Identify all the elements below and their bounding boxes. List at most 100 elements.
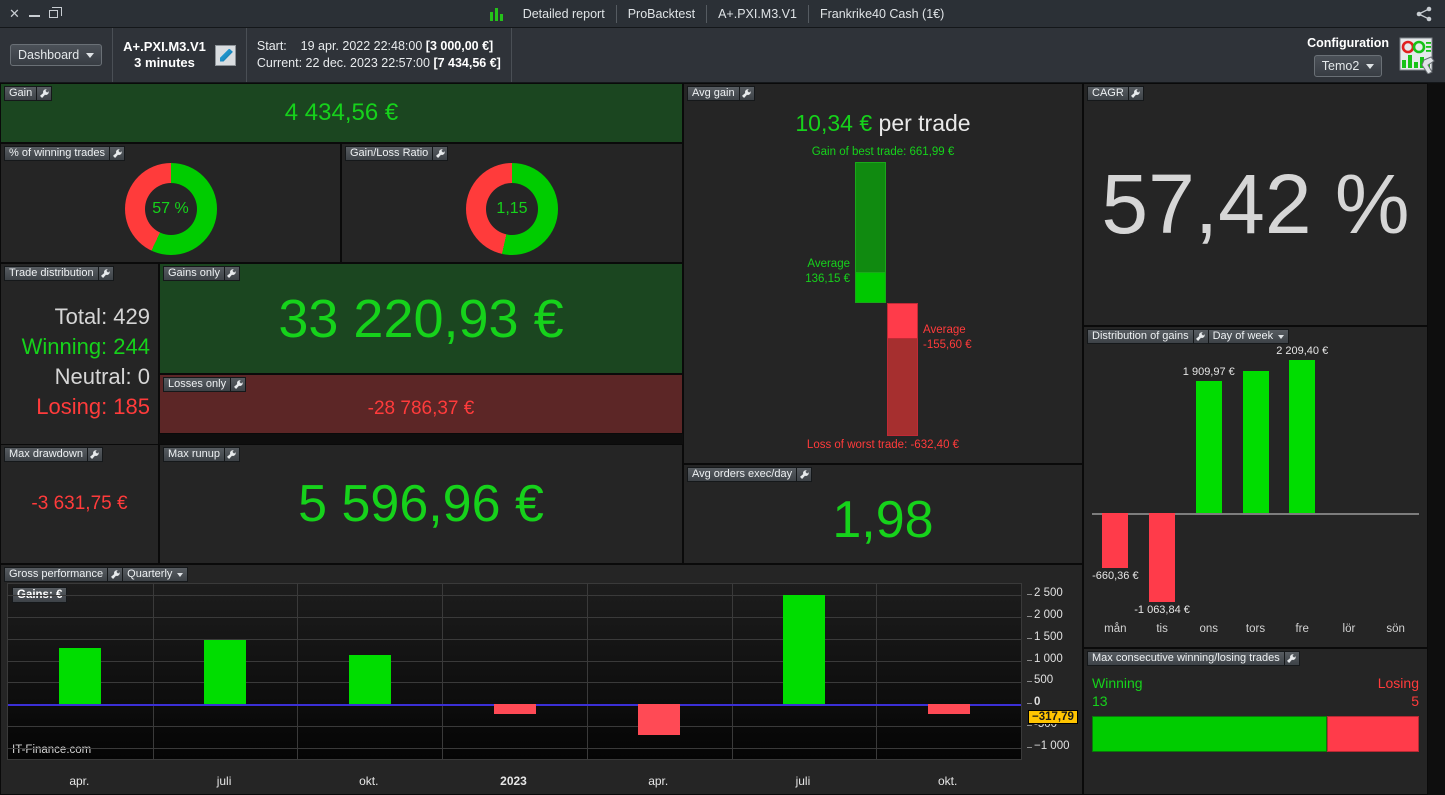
gridline: [8, 748, 1021, 750]
minimize-icon[interactable]: [28, 14, 40, 17]
dashboard-grid: Gain 4 434,56 € % of winning trades 57 %…: [0, 83, 1445, 795]
wrench-icon[interactable]: [108, 567, 124, 582]
wrench-icon[interactable]: [739, 86, 755, 101]
max-consecutive-bar: [1092, 716, 1419, 752]
max-consecutive-losing-bar: [1327, 716, 1419, 752]
dashboard-select[interactable]: Dashboard: [10, 44, 103, 66]
bar: [782, 594, 825, 705]
share-icon[interactable]: [1415, 6, 1433, 22]
x-tick-label: sön: [1386, 623, 1405, 635]
wrench-icon[interactable]: [37, 86, 53, 101]
x-tick-label: apr.: [69, 774, 90, 788]
panel-gain-title: Gain: [4, 86, 38, 101]
panel-distribution-of-gains-title: Distribution of gains: [1087, 329, 1194, 344]
wrench-icon[interactable]: [433, 146, 449, 161]
gridline: [8, 682, 1021, 684]
configure-dashboard-icon[interactable]: [1397, 36, 1437, 74]
bar: [1149, 513, 1176, 602]
close-icon[interactable]: ✕: [9, 7, 20, 20]
max-consecutive-winning-value: 13: [1092, 693, 1108, 709]
y-tick: [1027, 681, 1032, 683]
distribution-period-select[interactable]: Day of week: [1208, 329, 1290, 344]
wrench-icon[interactable]: [224, 447, 240, 462]
tab-probacktest[interactable]: ProBacktest: [617, 4, 708, 23]
bar: [1102, 513, 1129, 568]
list-item: Losing: 185: [36, 394, 150, 419]
bar: [493, 704, 536, 715]
x-tick-label: apr.: [648, 774, 669, 788]
start-date: 19 apr. 2022 22:48:00: [300, 39, 423, 53]
list-item: Total: 429: [54, 304, 150, 329]
avg-gain-value: 136,15 €: [805, 273, 850, 285]
y-tick: [1027, 637, 1032, 639]
worst-trade-label: Loss of worst trade: -632,40 €: [806, 439, 960, 451]
panel-cagr: CAGR 57,42 %: [1083, 83, 1428, 326]
x-tick-label: 2023: [500, 774, 527, 788]
avg-gain-headline-value: 10,34 €: [795, 110, 873, 136]
strategy-name: A+.PXI.M3.V1: [123, 39, 206, 54]
panel-max-consecutive-header: Max consecutive winning/losing trades: [1087, 651, 1300, 666]
bar: [59, 648, 102, 705]
chevron-down-icon: [177, 572, 184, 577]
bar-value-label: 1 909,97 €: [1182, 365, 1235, 378]
window-controls: ✕: [0, 6, 62, 20]
max-consecutive-losing-value: 5: [1411, 693, 1419, 709]
y-tick-label: 2 000: [1034, 608, 1063, 621]
trade-distribution-list: Total: 429 Winning: 244 Neutral: 0 Losin…: [1, 264, 158, 452]
y-tick: [1027, 615, 1032, 617]
current-label: Current:: [256, 56, 303, 70]
wrench-icon[interactable]: [1284, 651, 1300, 666]
gridline: [8, 616, 1021, 618]
avg-gain-chart: 10,34 € per trade Gain of best trade: 66…: [684, 84, 1082, 463]
wrench-icon[interactable]: [87, 447, 103, 462]
panel-gains-only-header: Gains only: [163, 266, 240, 281]
avg-gain-label: Average: [807, 258, 850, 270]
window-titlebar: ✕ Detailed report ProBacktest A+.PXI.M3.…: [0, 0, 1445, 28]
panel-max-drawdown-title: Max drawdown: [4, 447, 88, 462]
configuration-select[interactable]: Temo2: [1313, 55, 1383, 77]
list-item: Neutral: 0: [54, 364, 150, 389]
panel-max-drawdown-value: -3 631,75 €: [31, 493, 128, 514]
panel-gross-performance-title: Gross performance: [4, 567, 109, 582]
panel-cagr-header: CAGR: [1087, 86, 1144, 101]
edit-strategy-icon[interactable]: [214, 44, 236, 66]
panel-avg-orders-title: Avg orders exec/day: [687, 467, 798, 482]
titlebar-tabs: Detailed report ProBacktest A+.PXI.M3.V1…: [0, 0, 1445, 27]
panel-losses-only-header: Losses only: [163, 377, 247, 392]
tab-detailed-report[interactable]: Detailed report: [512, 4, 617, 23]
gridline: [586, 584, 588, 759]
tab-strategy[interactable]: A+.PXI.M3.V1: [707, 4, 809, 23]
distribution-of-gains-chart: -660,36 € mån -1 063,84 € tis 1 909,97 € ons t…: [1092, 345, 1419, 641]
wrench-icon[interactable]: [1128, 86, 1144, 101]
bar-value-label: 2 209,40 €: [1276, 345, 1329, 358]
x-tick-label: lör: [1342, 623, 1356, 635]
panel-gain-header: Gain: [4, 86, 53, 101]
tab-instrument[interactable]: Frankrike40 Cash (1€): [809, 5, 955, 23]
wrench-icon[interactable]: [797, 467, 813, 482]
main-toolbar: Dashboard A+.PXI.M3.V1 3 minutes Start: …: [0, 28, 1445, 83]
dashboard-select-label: Dashboard: [18, 48, 80, 62]
panel-max-runup-header: Max runup: [163, 447, 240, 462]
panel-gross-performance-header: Gross performance Quarterly: [4, 567, 189, 582]
configuration-label: Configuration: [1307, 36, 1389, 50]
avg-gain-bar: [855, 273, 886, 303]
gross-performance-period-value: Quarterly: [127, 568, 173, 580]
bar: [348, 655, 391, 705]
restore-icon[interactable]: [48, 6, 62, 18]
wrench-icon[interactable]: [98, 266, 114, 281]
gross-performance-period-select[interactable]: Quarterly: [123, 567, 189, 582]
wrench-icon[interactable]: [1193, 329, 1209, 344]
list-item: Winning: 244: [21, 334, 150, 359]
wrench-icon[interactable]: [110, 146, 125, 161]
gridline: [442, 584, 444, 759]
wrench-icon[interactable]: [231, 377, 247, 392]
panel-winning-pct-header: % of winning trades: [4, 146, 125, 161]
y-tick: [1027, 747, 1032, 749]
panel-gain-loss-ratio-header: Gain/Loss Ratio: [345, 146, 449, 161]
panel-max-consecutive: Max consecutive winning/losing trades Wi…: [1083, 648, 1428, 795]
panel-gain-loss-ratio: Gain/Loss Ratio 1,15: [341, 143, 683, 263]
panel-avg-gain-header: Avg gain: [687, 86, 755, 101]
avg-loss-bar: [887, 303, 918, 339]
wrench-icon[interactable]: [224, 266, 240, 281]
y-tick: [1027, 703, 1032, 705]
